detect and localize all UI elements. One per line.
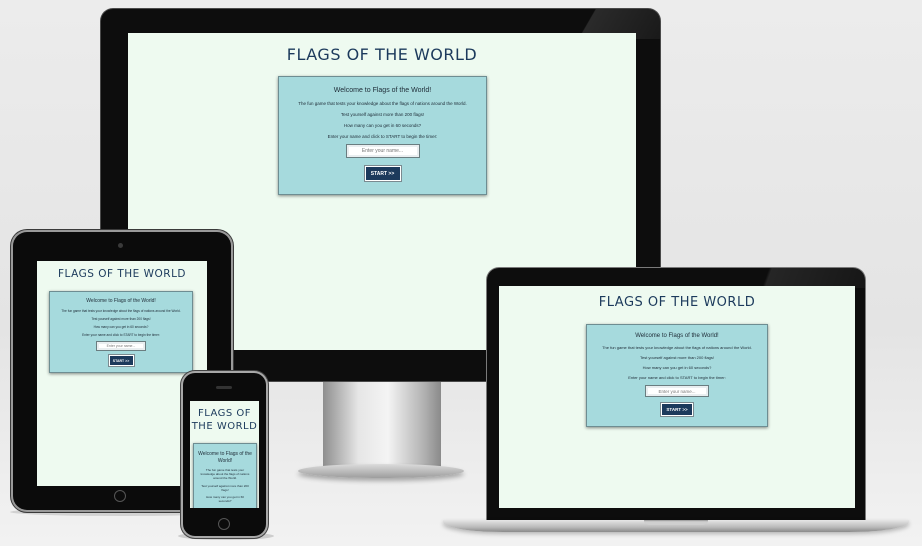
card-heading: Welcome to Flags of the World! bbox=[635, 333, 719, 339]
card-instruction: Enter your name and click to START to be… bbox=[327, 134, 438, 139]
card-instruction: Enter your name and click to START to be… bbox=[82, 333, 160, 337]
site-title: FLAGS OF THE WORLD bbox=[598, 295, 756, 310]
tablet-screen: FLAGS OF THE WORLD Welcome to Flags of t… bbox=[37, 261, 207, 486]
laptop-screen: FLAGS OF THE WORLD Welcome to Flags of t… bbox=[499, 286, 855, 508]
monitor-stand-neck bbox=[323, 380, 441, 470]
welcome-card: Welcome to Flags of the World! The fun g… bbox=[586, 324, 768, 427]
card-how-many: How many can you get in 60 seconds? bbox=[93, 325, 149, 329]
site-title: FLAGS OF THE WORLD bbox=[57, 268, 187, 280]
name-input[interactable] bbox=[96, 341, 146, 351]
name-input[interactable] bbox=[645, 385, 709, 397]
card-instruction: Enter your name and click to START to be… bbox=[628, 375, 726, 380]
card-intro: The fun game that tests your knowledge a… bbox=[298, 101, 467, 106]
welcome-card: Welcome to Flags of the World! The fun g… bbox=[193, 443, 257, 508]
monitor-stand-base bbox=[298, 464, 464, 478]
card-how-many-line-2: seconds? bbox=[218, 499, 232, 504]
laptop-trackpad-notch bbox=[644, 520, 708, 525]
welcome-card: Welcome to Flags of the World! The fun g… bbox=[49, 291, 193, 373]
start-button[interactable]: START >> bbox=[365, 167, 400, 180]
welcome-card: Welcome to Flags of the World! The fun g… bbox=[278, 76, 487, 195]
site-title: FLAGS OF THE WORLD bbox=[286, 45, 478, 64]
site-title-line-1: FLAGS OF bbox=[197, 408, 252, 419]
laptop-glare bbox=[725, 268, 865, 288]
card-how-many: How many can you get in 60 seconds? bbox=[642, 365, 712, 370]
phone-home-button[interactable] bbox=[218, 518, 230, 530]
phone-screen: FLAGS OF THE WORLD Welcome to Flags of t… bbox=[190, 401, 259, 508]
name-input[interactable] bbox=[345, 144, 420, 158]
card-intro: The fun game that tests your knowledge a… bbox=[602, 345, 752, 350]
start-button[interactable]: START >> bbox=[109, 356, 133, 365]
card-heading: Welcome to Flags of the World! bbox=[333, 87, 432, 94]
card-intro-line-3: around the World. bbox=[213, 476, 237, 481]
laptop-base bbox=[443, 520, 909, 532]
card-test-line-2: flags! bbox=[221, 487, 229, 492]
tablet-camera bbox=[118, 243, 123, 248]
start-button[interactable]: START >> bbox=[662, 404, 692, 415]
card-intro: The fun game that tests your knowledge a… bbox=[61, 309, 181, 313]
card-heading: Welcome to Flags of the World! bbox=[86, 298, 156, 304]
card-how-many: How many can you get in 60 seconds? bbox=[343, 123, 422, 128]
tablet-home-button[interactable] bbox=[114, 490, 126, 502]
card-test: Test yourself against more than 200 flag… bbox=[91, 317, 151, 321]
card-heading: Welcome to Flags of the World! bbox=[198, 451, 252, 464]
card-test: Test yourself against more than 200 flag… bbox=[639, 355, 715, 360]
phone-speaker bbox=[216, 386, 232, 389]
site-title-line-2: THE WORLD bbox=[191, 421, 258, 432]
card-test: Test yourself against more than 200 flag… bbox=[340, 112, 425, 117]
